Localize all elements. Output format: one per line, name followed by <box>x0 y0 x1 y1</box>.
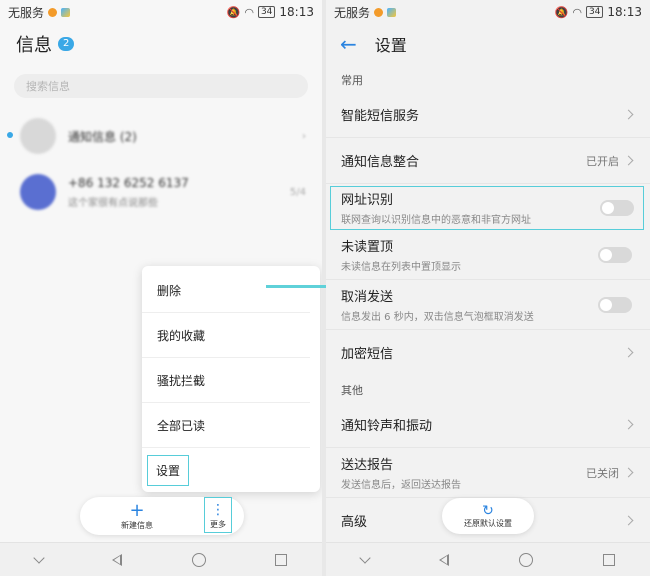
battery-icon: 34 <box>585 6 604 18</box>
setting-cancel-send[interactable]: 取消发送 信息发出 6 秒内，双击信息气泡框取消发送 <box>326 280 650 330</box>
cancel-send-toggle[interactable] <box>598 296 632 313</box>
system-nav-bar <box>0 542 322 576</box>
setting-encrypted-sms[interactable]: 加密短信 <box>326 330 650 374</box>
new-message-button[interactable]: + 新建信息 <box>80 497 194 535</box>
conversation-name: 通知信息 (2) <box>68 129 137 144</box>
chevron-right-icon <box>623 347 634 357</box>
settings-screen: 无服务 🔕 ◠ 34 18:13 ← 设置 常用 智能短信服务 通知信息整合 已… <box>326 0 650 576</box>
battery-icon: 34 <box>257 6 276 18</box>
app-notification-icon <box>48 7 58 17</box>
carrier-text: 无服务 <box>8 5 45 20</box>
status-bar: 无服务 🔕 ◠ 34 18:13 <box>326 0 650 24</box>
menu-item-settings[interactable]: 设置 <box>142 448 310 493</box>
system-nav-bar <box>326 542 650 576</box>
carrier-text: 无服务 <box>334 5 371 20</box>
status-bar: 无服务 🔕 ◠ 34 18:13 <box>0 0 322 24</box>
more-button[interactable]: ⋮ 更多 <box>204 497 232 533</box>
chevron-right-icon <box>623 155 634 166</box>
setting-url-detection[interactable]: 网址识别 联网查询以识别信息中的恶意和非官方网址 <box>330 186 644 230</box>
search-input[interactable] <box>14 74 308 98</box>
mute-icon: 🔕 <box>226 5 241 19</box>
home-nav-icon[interactable] <box>191 552 206 567</box>
back-arrow-icon[interactable]: ← <box>340 34 357 54</box>
url-detection-toggle[interactable] <box>600 199 634 216</box>
back-nav-icon[interactable] <box>112 553 123 566</box>
setting-smart-sms[interactable]: 智能短信服务 <box>326 92 650 138</box>
chevron-right-icon <box>623 419 634 430</box>
wifi-icon: ◠ <box>244 5 254 19</box>
avatar <box>20 174 56 210</box>
conversation-name: +86 132 6252 6137 <box>68 175 189 190</box>
page-title: 设置 <box>374 36 407 55</box>
chevron-right-icon <box>623 109 634 120</box>
bottom-action-bar: + 新建信息 ⋮ 更多 <box>80 497 244 535</box>
recents-nav-icon[interactable] <box>275 553 288 566</box>
chevron-right-icon <box>623 515 634 525</box>
more-vertical-icon: ⋮ <box>211 501 225 518</box>
restore-defaults-button[interactable]: ↻ 还原默认设置 <box>442 498 534 534</box>
recents-nav-icon[interactable] <box>603 553 615 566</box>
setting-unread-pin[interactable]: 未读置顶 未读信息在列表中置顶显示 <box>326 230 650 280</box>
overflow-menu: 删除 我的收藏 骚扰拦截 全部已读 设置 <box>142 266 320 492</box>
section-header-other: 其他 <box>341 384 363 397</box>
clock: 18:13 <box>279 5 314 19</box>
back-nav-icon[interactable] <box>439 553 449 566</box>
app-notification-icon-2 <box>387 7 397 17</box>
app-notification-icon-2 <box>61 7 71 17</box>
mute-icon: 🔕 <box>554 5 569 19</box>
settings-header: ← 设置 <box>326 24 650 64</box>
home-nav-icon[interactable] <box>519 552 533 567</box>
app-notification-icon <box>374 7 384 17</box>
chevron-down-icon[interactable] <box>359 551 371 564</box>
avatar <box>20 118 56 154</box>
chevron-right-icon <box>623 467 634 478</box>
plus-icon: + <box>129 499 145 521</box>
section-header-common: 常用 <box>341 74 363 87</box>
messages-header: 信息 2 <box>0 24 322 64</box>
page-title: 信息 <box>16 35 52 56</box>
setting-value: 已关闭 <box>586 466 619 480</box>
wifi-icon: ◠ <box>572 5 582 19</box>
conversation-time: 5/4 <box>289 186 306 198</box>
clock: 18:13 <box>607 5 642 19</box>
setting-notification-merge[interactable]: 通知信息整合 已开启 <box>326 138 650 184</box>
unread-dot <box>7 132 13 138</box>
restore-icon: ↻ <box>482 502 494 519</box>
setting-ringtone-vibration[interactable]: 通知铃声和振动 <box>326 402 650 448</box>
menu-item-spam-block[interactable]: 骚扰拦截 <box>142 358 310 403</box>
chevron-down-icon[interactable] <box>33 551 45 564</box>
conversation-item[interactable]: +86 132 6252 6137 这个家很有点说那些 5/4 <box>0 164 322 220</box>
menu-item-mark-all-read[interactable]: 全部已读 <box>142 403 310 448</box>
conversation-preview: 这个家很有点说那些 <box>68 197 158 209</box>
conversation-item[interactable]: 通知信息 (2) › <box>0 108 322 164</box>
unread-count-badge: 2 <box>58 37 75 51</box>
chevron-right-icon: › <box>302 130 306 142</box>
setting-delivery-report[interactable]: 送达报告 发送信息后，返回送达报告 已关闭 <box>326 448 650 498</box>
menu-item-favorites[interactable]: 我的收藏 <box>142 313 310 358</box>
setting-value: 已开启 <box>586 154 619 168</box>
unread-pin-toggle[interactable] <box>598 246 632 263</box>
